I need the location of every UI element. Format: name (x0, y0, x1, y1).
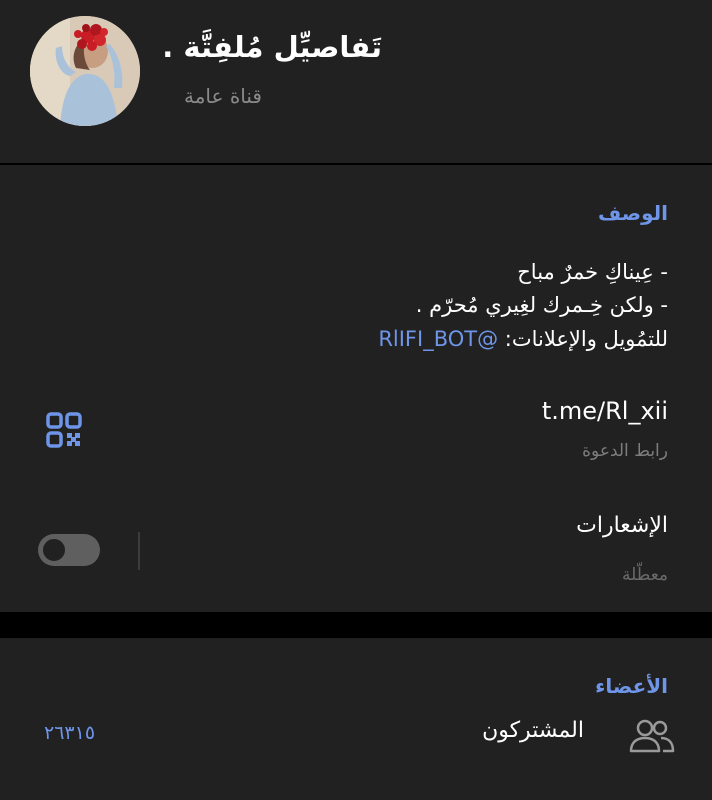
invite-link-caption: رابط الدعوة (582, 441, 668, 461)
description-label: الوصف (597, 201, 668, 225)
ads-mention-link[interactable]: @RlIFI_BOT (378, 327, 498, 351)
channel-header: تَفاصيِّل مُلفِتَّة . قناة عامة (0, 0, 712, 163)
divider (138, 532, 140, 570)
invite-link[interactable]: t.me/Rl_xii (542, 397, 668, 425)
ads-text: للتمُويل والإعلانات: (498, 327, 668, 351)
channel-avatar[interactable] (30, 16, 140, 126)
channel-info-card: الوصف - عِيناكِ خمرٌ مباح - ولكن خِـمرك … (0, 165, 712, 612)
members-label: الأعضاء (595, 674, 668, 698)
channel-type: قناة عامة (184, 84, 262, 108)
channel-info-page: تَفاصيِّل مُلفِتَّة . قناة عامة الوصف - … (0, 0, 712, 800)
subscribers-label: المشتركون (482, 718, 584, 743)
notifications-status: معطّلة (622, 565, 668, 585)
description-line-2: - ولكن خِـمرك لغِيري مُحرّم . (415, 293, 668, 317)
subscribers-row[interactable]: المشتركون ٢٦٣١٥ (0, 718, 712, 788)
toggle-knob (40, 536, 68, 564)
notifications-label[interactable]: الإشعارات (576, 513, 668, 538)
avatar-image (30, 16, 140, 126)
subscribers-count: ٢٦٣١٥ (44, 722, 96, 744)
members-card: الأعضاء المشتركون ٢٦٣١٥ (0, 638, 712, 800)
description-ads-line: للتمُويل والإعلانات: @RlIFI_BOT (378, 327, 668, 351)
notifications-toggle[interactable] (38, 534, 100, 566)
people-icon (629, 719, 675, 753)
qr-code-icon[interactable] (46, 412, 82, 448)
description-line-1: - عِيناكِ خمرٌ مباح (517, 260, 668, 284)
channel-title: تَفاصيِّل مُلفِتَّة . (162, 30, 382, 64)
